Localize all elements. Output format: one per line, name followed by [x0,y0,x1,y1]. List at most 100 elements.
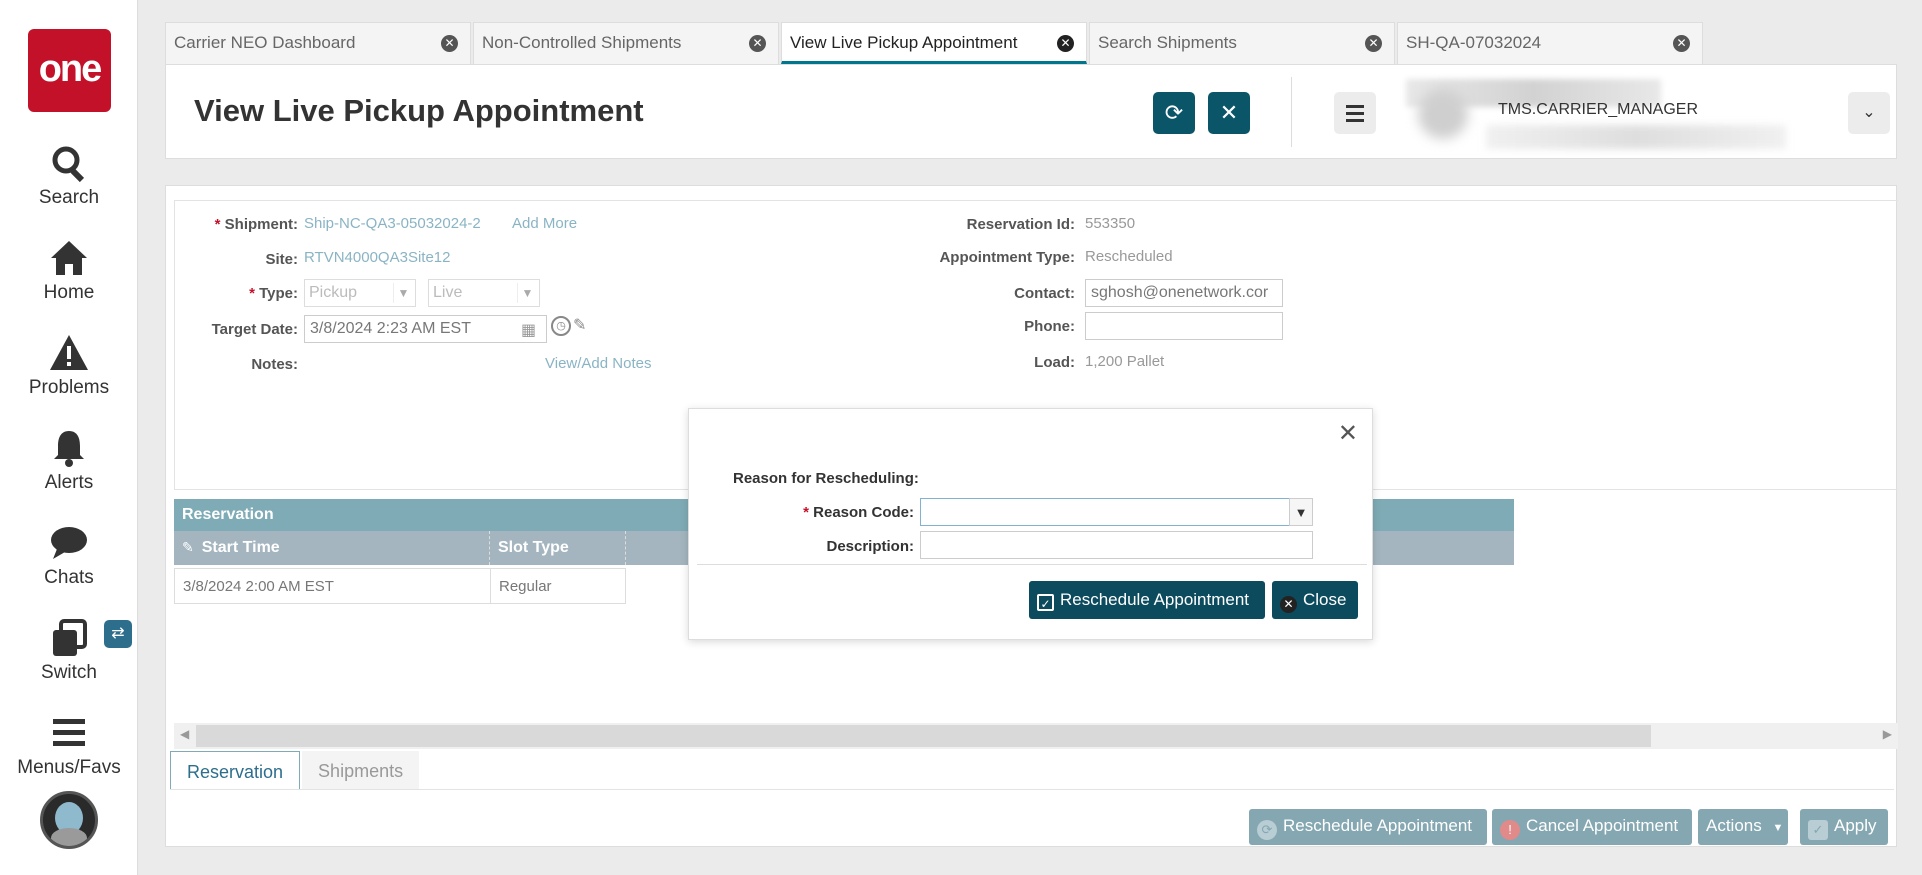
warning-icon [0,333,138,373]
tab-search-shipments[interactable]: Search Shipments ✕ [1089,22,1395,64]
chat-icon [0,523,138,563]
nav-search[interactable]: Search [0,143,138,209]
avatar-body [51,828,87,846]
modal-close-button[interactable]: ✕ Close [1272,581,1358,619]
user-avatar[interactable] [40,791,98,849]
description-input[interactable] [920,531,1313,559]
hamburger-icon [0,713,138,753]
subtype-select[interactable]: Live ▼ [428,279,540,307]
tab-non-controlled-shipments[interactable]: Non-Controlled Shipments ✕ [473,22,779,64]
nav-label: Switch [41,662,97,683]
tab-view-live-pickup-appointment[interactable]: View Live Pickup Appointment ✕ [781,22,1087,64]
tab-label: Non-Controlled Shipments [482,33,682,52]
load-label: Load: [1034,354,1075,371]
reschedule-appointment-button[interactable]: ⟳ Reschedule Appointment [1249,809,1487,845]
menu-button[interactable] [1334,92,1376,134]
add-more-link[interactable]: Add More [512,215,577,232]
apply-button[interactable]: ✓ Apply [1800,809,1888,845]
reschedule-icon: ⟳ [1257,820,1277,840]
tab-reservation[interactable]: Reservation [170,751,301,789]
hamburger-icon [1346,105,1364,108]
chevron-down-icon: ▼ [393,283,413,303]
type-label: * Type: [249,285,298,302]
load-value: 1,200 Pallet [1085,353,1165,370]
user-role: TMS.CARRIER_MANAGER [1498,101,1699,118]
search-icon [0,143,138,183]
tab-label: Carrier NEO Dashboard [174,33,356,52]
user-info-redacted [1486,125,1786,149]
reservation-id-value: 553350 [1085,215,1136,232]
page-title: View Live Pickup Appointment [194,93,644,128]
calendar-icon[interactable]: ▦ [521,320,536,340]
edit-icon[interactable]: ✎ [182,539,194,556]
header-divider [1291,77,1292,147]
close-icon[interactable]: ✕ [749,35,766,52]
chevron-down-icon[interactable]: ▼ [1289,498,1313,526]
close-page-button[interactable]: ✕ [1208,92,1250,134]
shipment-link[interactable]: Ship-NC-QA3-05032024-2 [304,215,481,232]
scroll-right-icon[interactable]: ▶ [1883,727,1892,741]
nav-chats[interactable]: Chats [0,523,138,589]
check-icon: ✓ [1808,820,1828,840]
nav-label: Alerts [44,472,94,493]
close-icon: ✕ [1280,596,1297,613]
page-header: View Live Pickup Appointment ⟳ ✕ TMS.CAR… [165,64,1897,159]
column-slot-type[interactable]: Slot Type [490,531,626,565]
column-start-time[interactable]: ✎ Start Time [174,531,490,565]
tab-label: View Live Pickup Appointment [790,33,1018,52]
site-link[interactable]: RTVN4000QA3Site12 [304,249,450,266]
reservation-id-label: Reservation Id: [966,216,1075,233]
close-icon[interactable]: ✕ [441,35,458,52]
cell-start-time: 3/8/2024 2:00 AM EST [175,569,491,603]
nav-home[interactable]: Home [0,238,138,304]
close-icon[interactable]: ✕ [1673,35,1690,52]
tab-shipments[interactable]: Shipments [302,751,420,789]
tab-label: SH-QA-07032024 [1406,33,1542,52]
reason-code-select[interactable]: ▼ [920,498,1313,526]
home-icon [0,238,138,278]
phone-input[interactable] [1085,312,1283,340]
scroll-left-icon[interactable]: ◀ [180,727,189,741]
tab-sh-qa[interactable]: SH-QA-07032024 ✕ [1397,22,1703,64]
switch-arrows-icon[interactable]: ⇄ [104,620,132,648]
type-select-value: Pickup [309,284,358,301]
type-select[interactable]: Pickup ▼ [304,279,416,307]
contact-input[interactable]: sghosh@onenetwork.cor [1085,279,1283,307]
nav-label: Problems [28,377,110,398]
modal-reschedule-button[interactable]: ✓ Reschedule Appointment [1029,581,1265,619]
clear-icon[interactable]: ✎ [573,315,586,335]
nav-label: Home [43,282,95,303]
nav-problems[interactable]: Problems [0,333,138,399]
cancel-appointment-button[interactable]: ! Cancel Appointment [1492,809,1692,845]
reschedule-modal: ✕ Reason for Rescheduling: * Reason Code… [688,408,1373,640]
horizontal-scrollbar[interactable]: ◀ ▶ [174,723,1898,749]
close-icon[interactable]: ✕ [1338,419,1358,448]
bottom-tab-bar: Reservation Shipments [170,751,421,789]
close-icon[interactable]: ✕ [1365,35,1382,52]
appointment-type-value: Rescheduled [1085,248,1173,265]
close-icon[interactable]: ✕ [1057,35,1074,52]
reason-code-label: * Reason Code: [803,504,914,521]
chevron-down-icon: ⌄ [1862,104,1876,121]
view-add-notes-link[interactable]: View/Add Notes [545,355,651,372]
modal-section-label: Reason for Rescheduling: [733,470,919,487]
check-icon: ✓ [1037,594,1054,611]
notes-label: Notes: [251,356,298,373]
target-date-label: Target Date: [211,321,298,338]
scrollbar-thumb[interactable] [196,725,1651,747]
clock-icon[interactable]: ◷ [551,316,571,336]
tab-carrier-neo-dashboard[interactable]: Carrier NEO Dashboard ✕ [165,22,471,64]
modal-divider [697,564,1367,565]
logo[interactable]: one [28,29,111,112]
refresh-button[interactable]: ⟳ [1153,92,1195,134]
alert-icon: ! [1500,820,1520,840]
cell-slot-type: Regular [499,578,552,595]
table-row[interactable]: 3/8/2024 2:00 AM EST Regular [174,568,626,604]
user-dropdown-button[interactable]: ⌄ [1848,92,1890,134]
nav-menus-favs[interactable]: Menus/Favs [0,713,138,779]
subtype-select-value: Live [433,284,463,301]
target-date-input[interactable]: 3/8/2024 2:23 AM EST [304,315,547,343]
nav-label: Search [38,187,100,208]
actions-dropdown-button[interactable]: Actions ▼ [1698,809,1788,845]
nav-alerts[interactable]: Alerts [0,428,138,494]
